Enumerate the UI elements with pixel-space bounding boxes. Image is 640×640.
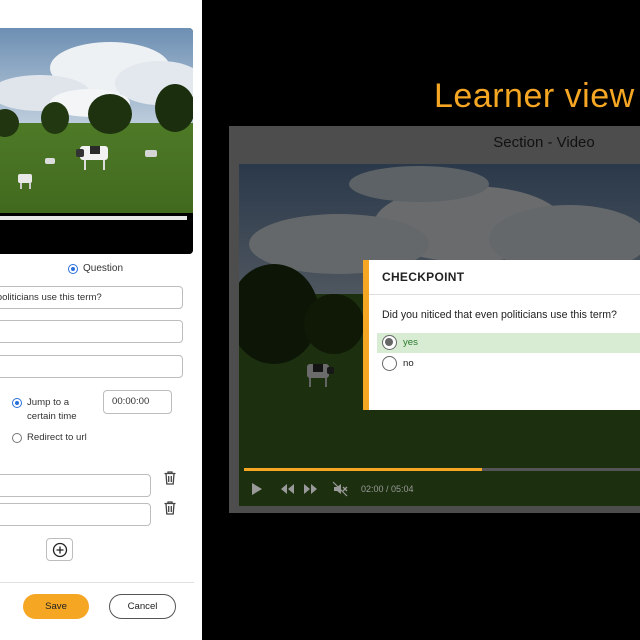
fast-forward-icon[interactable] xyxy=(303,481,319,497)
mute-icon[interactable] xyxy=(332,481,348,497)
option-radio[interactable] xyxy=(382,356,397,371)
learner-view-heading: Learner view xyxy=(434,77,635,115)
play-icon[interactable] xyxy=(250,481,264,497)
jump-time-input[interactable]: 00:00:00 xyxy=(103,390,172,414)
type-option-question[interactable]: Question xyxy=(68,263,123,274)
checkpoint-card: CHECKPOINT Did you niticed that even pol… xyxy=(363,260,640,410)
answer-input-1[interactable] xyxy=(0,320,183,343)
add-option-button[interactable] xyxy=(46,538,73,561)
option-radio[interactable] xyxy=(382,335,397,350)
jump-radio[interactable] xyxy=(12,398,22,408)
option-label: yes xyxy=(403,337,418,348)
cancel-button[interactable]: Cancel xyxy=(109,594,176,619)
footer-divider xyxy=(0,582,194,583)
video-frame-cows xyxy=(0,28,193,254)
editor-panel: CC Question Did you niticed that even po… xyxy=(0,0,202,640)
question-input[interactable]: Did you niticed that even politicians us… xyxy=(0,286,183,309)
rewind-icon[interactable] xyxy=(279,481,295,497)
section-title: Section - Video xyxy=(493,134,595,151)
checkpoint-question: Did you niticed that even politicians us… xyxy=(382,309,617,321)
editor-video-progress[interactable] xyxy=(0,216,187,220)
question-input-value: Did you niticed that even politicians us… xyxy=(0,292,102,303)
learner-video-progress-fill xyxy=(244,468,482,471)
redirect-radio[interactable] xyxy=(12,433,22,443)
screen: CC Question Did you niticed that even po… xyxy=(0,0,640,640)
checkpoint-option-no[interactable]: no xyxy=(377,354,640,374)
trash-icon[interactable] xyxy=(163,500,177,516)
trash-icon[interactable] xyxy=(163,470,177,486)
url-input-1[interactable] xyxy=(0,474,151,497)
type-option-question-label: Question xyxy=(83,263,124,274)
plus-circle-icon xyxy=(52,542,67,557)
editor-video-progress-fill xyxy=(0,216,187,220)
save-button[interactable]: Save xyxy=(23,594,89,619)
question-radio[interactable] xyxy=(68,263,78,274)
option-redirect-label: Redirect to url xyxy=(27,432,87,443)
checkpoint-divider xyxy=(369,294,640,295)
option-label: no xyxy=(403,358,414,369)
editor-video-player[interactable]: CC xyxy=(0,28,193,254)
checkpoint-title: CHECKPOINT xyxy=(382,270,465,284)
checkpoint-option-yes[interactable]: yes xyxy=(377,333,640,353)
playback-time: 02:00 / 05:04 xyxy=(361,484,414,494)
answer-input-2[interactable] xyxy=(0,355,183,378)
learner-video-progress[interactable] xyxy=(244,468,640,471)
url-input-2[interactable] xyxy=(0,503,151,526)
option-jump-label: Jump to a certain time xyxy=(27,397,77,422)
